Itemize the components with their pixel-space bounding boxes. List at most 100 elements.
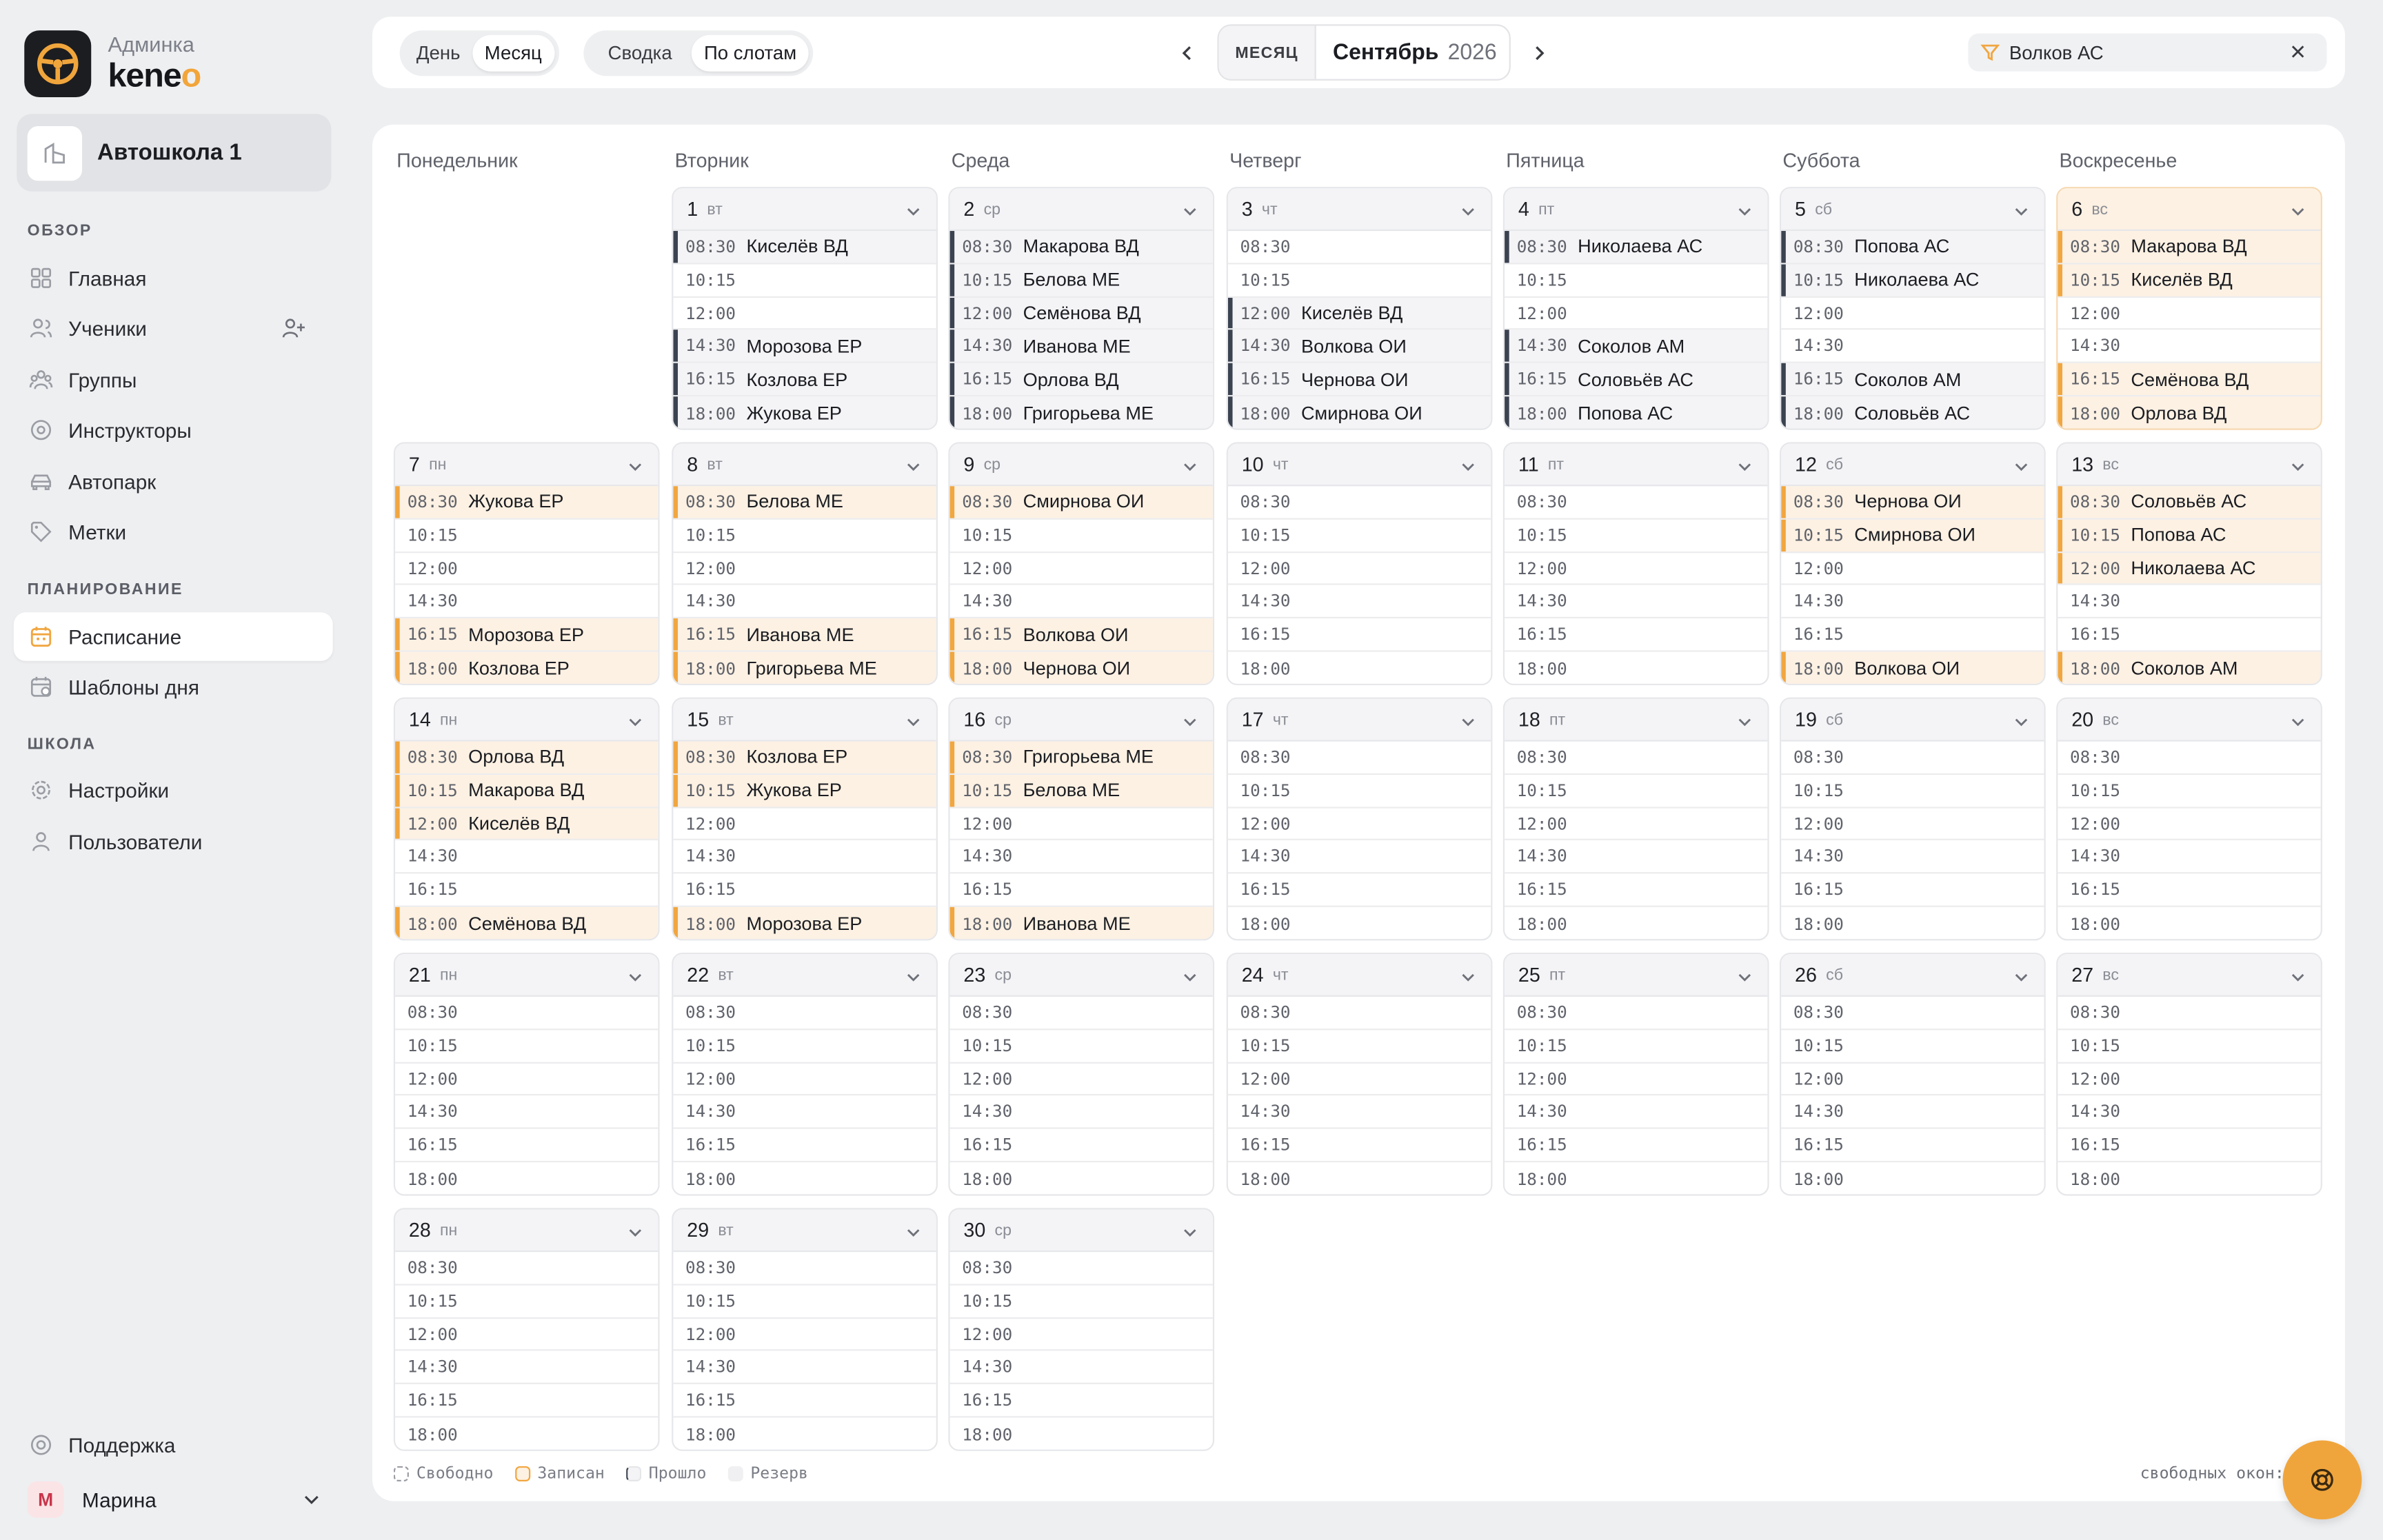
time-slot[interactable]: 10:15 bbox=[2058, 1030, 2321, 1064]
time-slot[interactable]: 16:15 bbox=[1505, 1129, 1768, 1163]
tab-by-slots[interactable]: По слотам bbox=[692, 34, 809, 72]
time-slot[interactable]: 08:30 Козлова ЕР bbox=[673, 741, 936, 775]
time-slot[interactable]: 16:15 Волкова ОИ bbox=[949, 618, 1213, 652]
time-slot[interactable]: 14:30 bbox=[1781, 330, 2044, 364]
time-slot[interactable]: 08:30 bbox=[1505, 997, 1768, 1031]
time-slot[interactable]: 14:30 bbox=[1505, 1096, 1768, 1130]
time-slot[interactable]: 10:15 bbox=[1781, 1030, 2044, 1064]
time-slot[interactable]: 16:15 Орлова ВД bbox=[949, 363, 1213, 397]
day-header[interactable]: 12 сб bbox=[1781, 443, 2044, 487]
time-slot[interactable]: 14:30 bbox=[949, 1352, 1213, 1385]
time-slot[interactable]: 18:00 bbox=[2058, 907, 2320, 939]
time-slot[interactable]: 12:00 bbox=[395, 553, 658, 586]
day-header[interactable]: 19 сб bbox=[1781, 698, 2044, 742]
time-slot[interactable]: 10:15 bbox=[1505, 775, 1768, 808]
day-header[interactable]: 3 чт bbox=[1227, 188, 1491, 232]
time-slot[interactable]: 12:00 bbox=[2058, 297, 2321, 331]
time-slot[interactable]: 12:00 bbox=[673, 808, 936, 841]
sidebar-item-groups[interactable]: Группы bbox=[14, 356, 333, 405]
time-slot[interactable]: 08:30 bbox=[673, 1252, 936, 1286]
time-slot[interactable]: 18:00 bbox=[673, 1418, 936, 1450]
time-slot[interactable]: 10:15 bbox=[2058, 775, 2321, 808]
time-slot[interactable]: 08:30 bbox=[2058, 997, 2321, 1031]
time-slot[interactable]: 18:00 bbox=[950, 1418, 1213, 1450]
time-slot[interactable]: 12:00 bbox=[949, 1063, 1213, 1097]
time-slot[interactable]: 14:30 bbox=[2058, 841, 2321, 875]
time-slot[interactable]: 14:30 bbox=[949, 1096, 1213, 1130]
time-slot[interactable]: 14:30 bbox=[1505, 586, 1768, 619]
time-slot[interactable]: 14:30 bbox=[673, 841, 936, 875]
time-slot[interactable]: 08:30 bbox=[1227, 231, 1491, 265]
time-slot[interactable]: 14:30 bbox=[395, 1352, 658, 1385]
day-header[interactable]: 6 вс bbox=[2058, 188, 2321, 232]
time-slot[interactable]: 14:30 bbox=[673, 1352, 936, 1385]
sidebar-item-students[interactable]: Ученики bbox=[14, 304, 333, 353]
time-slot[interactable]: 12:00 Киселёв ВД bbox=[395, 807, 658, 841]
time-slot[interactable]: 18:00 Попова АС bbox=[1505, 396, 1768, 429]
time-slot[interactable]: 10:15 Смирнова ОИ bbox=[1781, 519, 2044, 553]
day-header[interactable]: 21 пн bbox=[395, 954, 658, 997]
time-slot[interactable]: 14:30 bbox=[1227, 586, 1491, 619]
time-slot[interactable]: 08:30 Соловьёв АС bbox=[2058, 486, 2321, 520]
day-header[interactable]: 28 пн bbox=[395, 1209, 658, 1253]
clear-filter-icon[interactable] bbox=[2289, 43, 2306, 61]
time-slot[interactable]: 12:00 bbox=[1505, 808, 1768, 841]
time-slot[interactable]: 08:30 bbox=[673, 997, 936, 1031]
time-slot[interactable]: 08:30 bbox=[1227, 742, 1491, 775]
time-slot[interactable]: 08:30 bbox=[2058, 742, 2321, 775]
time-slot[interactable]: 16:15 bbox=[1781, 619, 2044, 652]
time-slot[interactable]: 10:15 bbox=[1781, 775, 2044, 808]
time-slot[interactable]: 12:00 bbox=[1227, 1063, 1491, 1097]
time-slot[interactable]: 08:30 bbox=[1781, 997, 2044, 1031]
day-header[interactable]: 15 вт bbox=[673, 698, 936, 742]
user-menu[interactable]: М Марина bbox=[27, 1480, 325, 1519]
day-header[interactable]: 1 вт bbox=[673, 188, 936, 232]
time-slot[interactable]: 14:30 bbox=[949, 586, 1213, 619]
time-slot[interactable]: 10:15 bbox=[1505, 264, 1768, 298]
time-slot[interactable]: 08:30 bbox=[949, 1252, 1213, 1286]
time-slot[interactable]: 10:15 bbox=[949, 1030, 1213, 1064]
time-slot[interactable]: 12:00 Киселёв ВД bbox=[1227, 297, 1491, 331]
time-slot[interactable]: 08:30 Киселёв ВД bbox=[673, 231, 936, 265]
day-header[interactable]: 9 ср bbox=[949, 443, 1213, 487]
time-slot[interactable]: 18:00 Морозова ЕР bbox=[673, 907, 936, 940]
day-header[interactable]: 2 ср bbox=[949, 188, 1213, 232]
day-header[interactable]: 18 пт bbox=[1505, 698, 1768, 742]
sidebar-item-settings[interactable]: Настройки bbox=[14, 766, 333, 815]
time-slot[interactable]: 16:15 bbox=[673, 1385, 936, 1418]
time-slot[interactable]: 16:15 bbox=[2058, 1129, 2321, 1163]
time-slot[interactable]: 12:00 bbox=[2058, 808, 2321, 841]
time-slot[interactable]: 10:15 Макарова ВД bbox=[395, 774, 658, 808]
time-slot[interactable]: 14:30 bbox=[2058, 330, 2321, 364]
day-header[interactable]: 23 ср bbox=[949, 954, 1213, 997]
time-slot[interactable]: 18:00 Григорьева МЕ bbox=[673, 651, 936, 684]
time-slot[interactable]: 16:15 bbox=[949, 1385, 1213, 1418]
time-slot[interactable]: 16:15 bbox=[949, 874, 1213, 908]
time-slot[interactable]: 18:00 Орлова ВД bbox=[2058, 396, 2321, 429]
time-slot[interactable]: 18:00 Григорьева МЕ bbox=[949, 396, 1213, 429]
time-slot[interactable]: 16:15 bbox=[395, 1385, 658, 1418]
day-header[interactable]: 29 вт bbox=[673, 1209, 936, 1253]
time-slot[interactable]: 16:15 bbox=[673, 1129, 936, 1163]
day-header[interactable]: 5 сб bbox=[1781, 188, 2044, 232]
time-slot[interactable]: 12:00 bbox=[949, 808, 1213, 841]
time-slot[interactable]: 18:00 bbox=[1781, 907, 2044, 939]
time-slot[interactable]: 14:30 Иванова МЕ bbox=[949, 330, 1213, 364]
time-slot[interactable]: 14:30 bbox=[2058, 1096, 2321, 1130]
time-slot[interactable]: 18:00 Семёнова ВД bbox=[395, 907, 658, 940]
time-slot[interactable]: 10:15 Белова МЕ bbox=[949, 774, 1213, 808]
period-picker[interactable]: МЕСЯЦ Сентябрь 2026 bbox=[1217, 24, 1511, 81]
time-slot[interactable]: 14:30 bbox=[1227, 1096, 1491, 1130]
time-slot[interactable]: 16:15 Морозова ЕР bbox=[395, 618, 658, 652]
time-slot[interactable]: 12:00 bbox=[1781, 297, 2044, 331]
time-slot[interactable]: 12:00 bbox=[1227, 553, 1491, 586]
time-slot[interactable]: 16:15 Соколов АМ bbox=[1781, 363, 2044, 397]
time-slot[interactable]: 18:00 Смирнова ОИ bbox=[1227, 396, 1491, 429]
time-slot[interactable]: 08:30 Николаева АС bbox=[1505, 231, 1768, 265]
tab-month[interactable]: Месяц bbox=[472, 34, 554, 72]
time-slot[interactable]: 08:30 Смирнова ОИ bbox=[949, 486, 1213, 520]
time-slot[interactable]: 10:15 bbox=[949, 1285, 1213, 1319]
sidebar-item-fleet[interactable]: Автопарк bbox=[14, 457, 333, 506]
time-slot[interactable]: 08:30 bbox=[1227, 997, 1491, 1031]
time-slot[interactable]: 12:00 bbox=[395, 1063, 658, 1097]
